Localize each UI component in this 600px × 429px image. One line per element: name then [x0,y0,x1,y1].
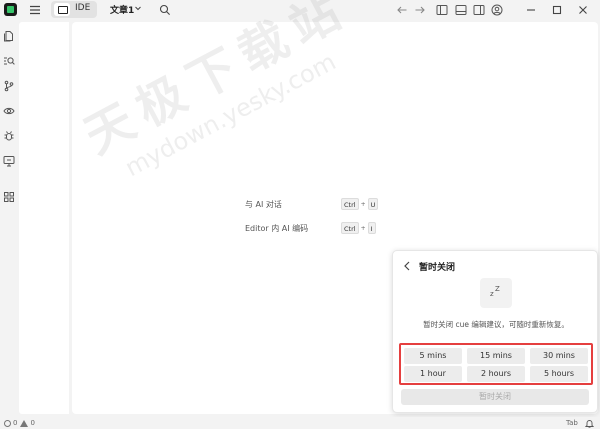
hint-inline-keys: Ctrl + I [341,222,376,234]
problems-indicator[interactable]: 0 0 [4,419,35,427]
chevron-down-icon[interactable] [134,4,142,12]
key-plus: + [360,224,366,232]
app-logo [4,3,17,16]
search-icon[interactable] [159,4,171,16]
arrow-right-icon[interactable] [414,4,426,16]
back-chevron-icon[interactable] [403,261,411,271]
maximize-icon[interactable] [551,4,563,16]
tab-indicator[interactable]: Tab [566,419,578,427]
popup-description: 暂时关闭 cue 编辑建议，可随时重新恢复。 [423,320,569,329]
disable-button[interactable]: 暂时关闭 [401,389,589,405]
sleep-icon-large-z: Z [495,285,500,293]
minimize-icon[interactable] [525,4,537,16]
duration-options-highlight: 5 mins 15 mins 30 mins 1 hour 2 hours 5 … [399,343,593,385]
account-icon[interactable] [491,4,503,16]
status-bar: 0 0 Tab [0,417,600,429]
key-u: U [367,198,379,210]
sleep-icon-small-z: z [490,290,494,298]
sidebar-panel [19,22,69,414]
warning-count: 0 [30,419,35,427]
mode-label: IDE [75,3,91,13]
menu-icon[interactable] [29,4,41,16]
option-5-mins[interactable]: 5 mins [404,348,462,364]
mode-toggle[interactable]: IDE [51,1,97,18]
bug-icon[interactable] [3,130,15,142]
option-30-mins[interactable]: 30 mins [530,348,588,364]
option-5-hours[interactable]: 5 hours [530,366,588,382]
activity-bar [0,20,18,416]
option-15-mins[interactable]: 15 mins [467,348,525,364]
title-bar: IDE 文章1 [0,0,600,20]
doc-title[interactable]: 文章1 [110,3,134,16]
layout-left-icon[interactable] [436,4,448,16]
error-count: 0 [13,419,18,427]
eye-icon[interactable] [3,105,15,117]
arrow-left-icon[interactable] [396,4,408,16]
key-i: I [367,222,376,234]
popup-title: 暂时关闭 [419,263,456,273]
hint-chat-keys: Ctrl + U [341,198,379,210]
search-list-icon[interactable] [3,55,15,67]
layout-bottom-icon[interactable] [455,4,467,16]
close-icon[interactable] [577,4,589,16]
warning-icon [20,419,29,427]
key-plus: + [360,200,366,208]
sleep-icon: z Z [480,278,512,308]
hint-inline-label: Editor 内 AI 编码 [245,224,309,233]
layout-right-icon[interactable] [473,4,485,16]
extensions-grid-icon[interactable] [3,191,15,203]
snooze-popup: 暂时关闭 z Z 暂时关闭 cue 编辑建议，可随时重新恢复。 5 mins 1… [392,250,598,413]
option-1-hour[interactable]: 1 hour [404,366,462,382]
remote-monitor-icon[interactable] [3,155,15,167]
key-ctrl: Ctrl [341,222,359,234]
files-icon[interactable] [3,30,15,42]
keyboard-icon [54,3,70,16]
bell-icon[interactable] [585,419,594,428]
source-control-icon[interactable] [3,80,15,92]
hint-chat-label: 与 AI 对话 [245,200,282,209]
error-icon [4,419,11,427]
key-ctrl: Ctrl [341,198,359,210]
option-2-hours[interactable]: 2 hours [467,366,525,382]
